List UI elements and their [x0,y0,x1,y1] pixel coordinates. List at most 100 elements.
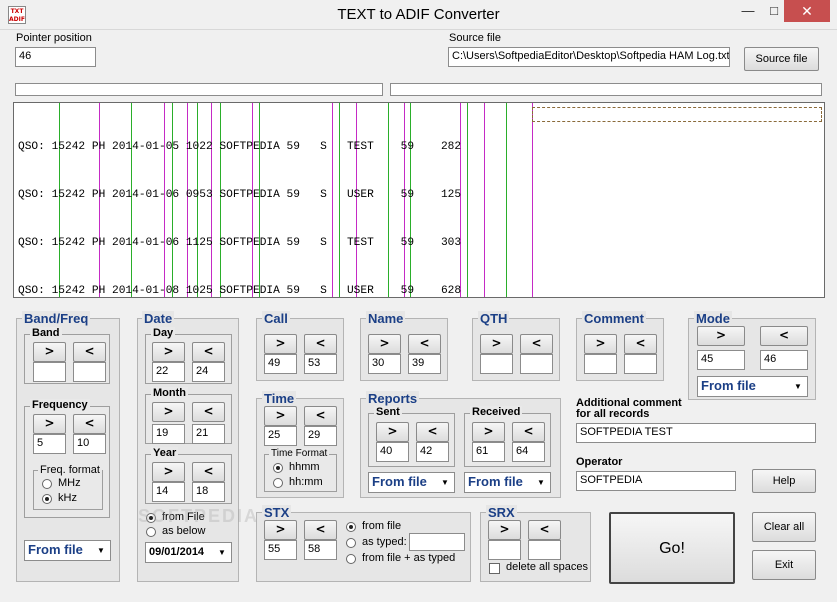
stx-left-button[interactable]: < [304,520,337,540]
stx-from-file-radio[interactable] [346,522,356,532]
mode-to-field[interactable]: 46 [760,350,808,370]
column-ruler-right[interactable] [390,83,822,96]
source-file-path[interactable]: C:\Users\SoftpediaEditor\Desktop\Softped… [448,47,730,67]
call-left-button[interactable]: < [304,334,337,354]
source-file-label: Source file [449,32,501,44]
name-from-field[interactable]: 30 [368,354,401,374]
name-right-button[interactable]: > [368,334,401,354]
srx-right-button[interactable]: > [488,520,521,540]
call-from-field[interactable]: 49 [264,354,297,374]
name-to-field[interactable]: 39 [408,354,441,374]
reports-title: Reports [366,391,420,406]
name-left-button[interactable]: < [408,334,441,354]
pointer-position-field[interactable]: 46 [15,47,96,67]
band-source-select[interactable]: From file ▼ [24,540,111,561]
srx-from-field[interactable] [488,540,521,560]
time-right-button[interactable]: > [264,406,297,426]
call-to-field[interactable]: 53 [304,354,337,374]
year-right-button[interactable]: > [152,462,185,482]
qth-left-button[interactable]: < [520,334,553,354]
month-right-button[interactable]: > [152,402,185,422]
delete-spaces-checkbox[interactable] [489,563,500,574]
khz-radio[interactable] [42,494,52,504]
day-right-button[interactable]: > [152,342,185,362]
time-from-field[interactable]: 25 [264,426,297,446]
year-left-button[interactable]: < [192,462,225,482]
mode-source-select[interactable]: From file ▼ [697,376,808,397]
hhmm-radio[interactable] [273,463,283,473]
mode-title: Mode [694,311,732,326]
pointer-position-label: Pointer position [16,32,92,44]
received-to-field[interactable]: 64 [512,442,545,462]
month-left-button[interactable]: < [192,402,225,422]
qth-from-field[interactable] [480,354,513,374]
band-right-button[interactable]: > [33,342,66,362]
sent-right-button[interactable]: > [376,422,409,442]
freq-left-button[interactable]: < [73,414,106,434]
year-to-field[interactable]: 18 [192,482,225,502]
comment-from-field[interactable] [584,354,617,374]
freq-format-subgroup [33,470,103,510]
column-ruler-left[interactable] [15,83,383,96]
comment-to-field[interactable] [624,354,657,374]
text-line: QSO: 15242 PH 2014-01-08 1025 SOFTPEDIA … [18,285,462,297]
mode-right-button[interactable]: > [697,326,745,346]
sent-from-field[interactable]: 40 [376,442,409,462]
date-as-below-radio[interactable] [146,527,156,537]
mode-left-button[interactable]: < [760,326,808,346]
text-preview[interactable]: QSO: 15242 PH 2014-01-05 1022 SOFTPEDIA … [13,102,825,298]
hh-mm-radio[interactable] [273,478,283,488]
comment-right-button[interactable]: > [584,334,617,354]
month-to-field[interactable]: 21 [192,424,225,444]
time-left-button[interactable]: < [304,406,337,426]
help-button[interactable]: Help [752,469,816,493]
year-from-field[interactable]: 14 [152,482,185,502]
date-picker[interactable]: 09/01/2014 ▼ [145,542,232,563]
day-to-field[interactable]: 24 [192,362,225,382]
band-from-field[interactable] [33,362,66,382]
text-preview-lines: QSO: 15242 PH 2014-01-05 1022 SOFTPEDIA … [18,107,462,297]
srx-left-button[interactable]: < [528,520,561,540]
time-to-field[interactable]: 29 [304,426,337,446]
mode-from-field[interactable]: 45 [697,350,745,370]
stx-from-field[interactable]: 55 [264,540,297,560]
clear-all-sets-button[interactable]: Clear all sets [752,512,816,561]
additional-comment-label: Additional comment for all records [576,398,682,420]
qth-right-button[interactable]: > [480,334,513,354]
sent-source-select[interactable]: From file ▼ [368,472,455,493]
exit-button[interactable]: Exit [752,550,816,580]
freq-from-field[interactable]: 5 [33,434,66,454]
day-from-field[interactable]: 22 [152,362,185,382]
qth-title: QTH [478,311,510,326]
day-left-button[interactable]: < [192,342,225,362]
day-label: Day [151,327,176,339]
band-source-value: From file [28,542,83,557]
stx-both-radio[interactable] [346,554,356,564]
sent-to-field[interactable]: 42 [416,442,449,462]
call-right-button[interactable]: > [264,334,297,354]
close-icon[interactable]: ✕ [784,0,830,22]
qth-to-field[interactable] [520,354,553,374]
received-left-button[interactable]: < [512,422,545,442]
go-button[interactable]: Go! [609,512,735,584]
sent-left-button[interactable]: < [416,422,449,442]
freq-right-button[interactable]: > [33,414,66,434]
source-file-button[interactable]: Source file [744,47,819,71]
received-right-button[interactable]: > [472,422,505,442]
year-label: Year [151,447,179,459]
comment-left-button[interactable]: < [624,334,657,354]
stx-typed-field[interactable] [409,533,465,551]
received-source-select[interactable]: From file ▼ [464,472,551,493]
band-left-button[interactable]: < [73,342,106,362]
received-from-field[interactable]: 61 [472,442,505,462]
month-from-field[interactable]: 19 [152,424,185,444]
operator-field[interactable]: SOFTPEDIA [576,471,736,491]
band-to-field[interactable] [73,362,106,382]
stx-as-typed-radio[interactable] [346,538,356,548]
stx-right-button[interactable]: > [264,520,297,540]
stx-to-field[interactable]: 58 [304,540,337,560]
mhz-radio[interactable] [42,479,52,489]
additional-comment-field[interactable]: SOFTPEDIA TEST [576,423,816,443]
srx-to-field[interactable] [528,540,561,560]
freq-to-field[interactable]: 10 [73,434,106,454]
